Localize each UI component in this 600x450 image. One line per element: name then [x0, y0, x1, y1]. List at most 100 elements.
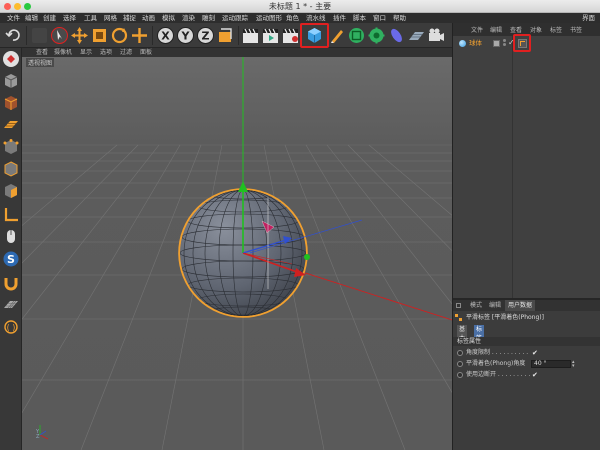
menu-character[interactable]: 角色: [286, 13, 299, 23]
move-tool-button[interactable]: [70, 26, 89, 45]
solo-icon: ( ): [4, 320, 18, 334]
object-menu-bookmarks[interactable]: 书签: [570, 26, 582, 36]
points-mode-button[interactable]: [2, 138, 20, 156]
visibility-dots-icon[interactable]: [503, 39, 507, 48]
rotate-tool-button[interactable]: [110, 26, 129, 45]
animate-radio-icon[interactable]: [457, 350, 463, 356]
layer-toggle-icon[interactable]: [493, 40, 500, 47]
x-axis-lock-button[interactable]: X: [156, 26, 175, 45]
attr-row-phong-angle: 平滑着色(Phong)角度 40 ° ▴ ▾: [455, 359, 599, 369]
menu-sculpt[interactable]: 雕刻: [202, 13, 215, 23]
angle-limit-checkbox[interactable]: ✔: [532, 349, 540, 357]
tweak-mode-button[interactable]: [2, 228, 20, 246]
viewport-menu-view[interactable]: 查看: [36, 48, 48, 57]
animate-radio-icon[interactable]: [457, 372, 463, 378]
polygons-mode-button[interactable]: [2, 182, 20, 200]
attr-menu-user-data[interactable]: 用户数据: [505, 300, 536, 311]
svg-text:Y: Y: [181, 30, 191, 43]
animate-radio-icon[interactable]: [457, 361, 463, 367]
array-generator-button[interactable]: [367, 26, 386, 45]
edges-mode-button[interactable]: [2, 160, 20, 178]
model-mode-button[interactable]: [2, 72, 20, 90]
menu-render[interactable]: 渲染: [182, 13, 195, 23]
camera-icon: [429, 28, 444, 41]
environment-button[interactable]: [407, 26, 426, 45]
svg-text:S: S: [7, 253, 15, 266]
object-menu-file[interactable]: 文件: [471, 26, 483, 36]
viewport-menu-filter[interactable]: 过滤: [120, 48, 132, 57]
solo-button[interactable]: ( ): [2, 318, 20, 336]
magnet-icon: [4, 278, 18, 291]
viewport-menu-display[interactable]: 显示: [80, 48, 92, 57]
array-icon: [368, 27, 385, 44]
menu-create[interactable]: 创建: [43, 13, 56, 23]
attr-menu-edit[interactable]: 编辑: [486, 300, 504, 311]
viewport-scene: [22, 57, 452, 450]
y-axis-icon: Y: [177, 27, 194, 44]
phong-angle-input[interactable]: 40 °: [531, 360, 571, 368]
object-menu-edit[interactable]: 编辑: [490, 26, 502, 36]
menu-layout[interactable]: 界面: [582, 13, 595, 23]
menu-motion-tracking[interactable]: 运动跟踪: [222, 13, 248, 23]
redo-button[interactable]: [30, 26, 49, 45]
menu-file[interactable]: 文件: [7, 13, 20, 23]
menu-mograph[interactable]: 运动图形: [256, 13, 282, 23]
planar-workplane-button[interactable]: [2, 296, 20, 314]
menu-mesh[interactable]: 网格: [104, 13, 117, 23]
subdivision-surface-button[interactable]: [347, 26, 366, 45]
clapboard-play-icon: [263, 28, 278, 43]
scale-tool-button[interactable]: [90, 26, 109, 45]
menu-select[interactable]: 选择: [63, 13, 76, 23]
svg-text:( ): ( ): [7, 323, 16, 332]
menu-simulate[interactable]: 模拟: [162, 13, 175, 23]
viewport-menu-options[interactable]: 选项: [100, 48, 112, 57]
view-axis-label: Y Z: [36, 429, 40, 440]
viewport-menu-cameras[interactable]: 摄像机: [54, 48, 72, 57]
menu-window[interactable]: 窗口: [373, 13, 386, 23]
menu-help[interactable]: 帮助: [393, 13, 406, 23]
camera-button[interactable]: [427, 26, 446, 45]
cursor-icon: [51, 27, 68, 44]
coordinate-system-button[interactable]: [216, 26, 235, 45]
snap-button[interactable]: S: [2, 250, 20, 268]
highlight-phong-tag: [513, 34, 531, 52]
grid-plane-icon: [4, 300, 18, 309]
edges-mode-icon: [4, 161, 18, 177]
menu-animate[interactable]: 动画: [142, 13, 155, 23]
attr-menu-mode[interactable]: 模式: [467, 300, 485, 311]
snap-icon: S: [3, 251, 19, 267]
menu-edit[interactable]: 编辑: [25, 13, 38, 23]
workplane-icon: [4, 121, 18, 128]
perspective-viewport[interactable]: 透视视图 Y Z: [22, 57, 452, 450]
menu-tools[interactable]: 工具: [84, 13, 97, 23]
object-menu-objects[interactable]: 对象: [530, 26, 542, 36]
z-axis-lock-button[interactable]: Z: [196, 26, 215, 45]
object-name[interactable]: 球体: [469, 38, 482, 49]
phong-angle-stepper-icon[interactable]: ▴ ▾: [572, 360, 575, 369]
menu-snap[interactable]: 捕捉: [123, 13, 136, 23]
use-edge-breaks-checkbox[interactable]: ✔: [532, 371, 540, 379]
render-settings-button[interactable]: [281, 26, 300, 45]
lock-workplane-button[interactable]: [2, 274, 20, 292]
menu-plugins[interactable]: 插件: [333, 13, 346, 23]
deformer-button[interactable]: [387, 26, 406, 45]
live-selection-button[interactable]: [50, 26, 69, 45]
menu-script[interactable]: 脚本: [353, 13, 366, 23]
attr-menu-icon[interactable]: [456, 303, 461, 308]
pen-spline-button[interactable]: [328, 26, 347, 45]
texture-mode-button[interactable]: [2, 94, 20, 112]
axis-mode-button[interactable]: [2, 206, 20, 224]
render-picture-viewer-button[interactable]: [261, 26, 280, 45]
object-menu-tags[interactable]: 标签: [550, 26, 562, 36]
make-editable-button[interactable]: [2, 50, 20, 68]
viewport-menu-panel[interactable]: 面板: [140, 48, 152, 57]
menu-pipeline[interactable]: 流水线: [306, 13, 326, 23]
object-row-sphere[interactable]: 球体 ✓: [455, 34, 599, 52]
y-axis-lock-button[interactable]: Y: [176, 26, 195, 45]
undo-button[interactable]: [4, 26, 23, 45]
clapboard-icon: [243, 28, 258, 43]
render-view-button[interactable]: [241, 26, 260, 45]
clapboard-gear-icon: [283, 28, 298, 43]
recent-tool-button[interactable]: [130, 26, 149, 45]
workplane-mode-button[interactable]: [2, 116, 20, 134]
